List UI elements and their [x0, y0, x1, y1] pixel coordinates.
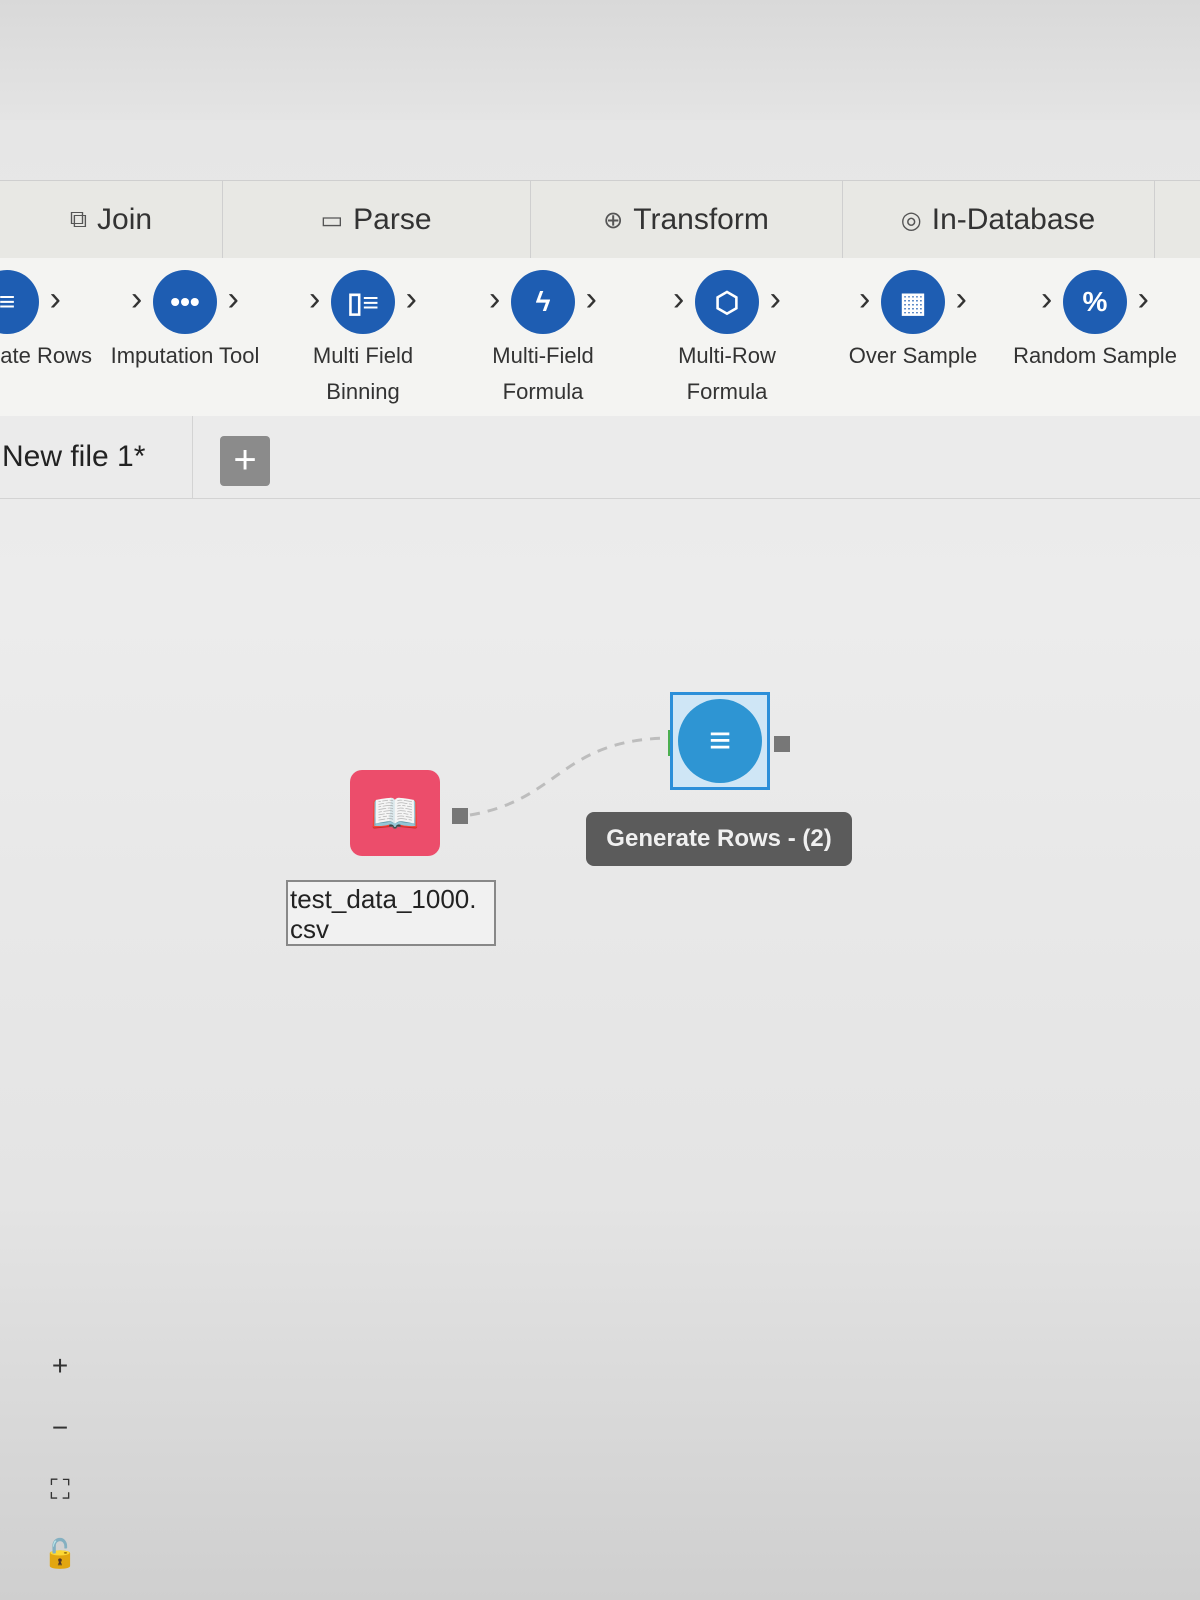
generate-rows-label: Generate Rows - (2): [586, 812, 852, 866]
connection-layer: [469, 736, 669, 817]
zoom-controls: + − ⛶ 🔓: [38, 1350, 82, 1570]
fit-to-screen-icon[interactable]: ⛶: [50, 1474, 70, 1507]
output-anchor[interactable]: [452, 808, 468, 824]
zoom-in-button[interactable]: +: [52, 1350, 68, 1382]
book-icon: 📖: [370, 791, 420, 836]
generate-rows-icon: ≡: [678, 699, 762, 783]
input-node-label-text: test_data_1000. csv: [290, 884, 477, 944]
generate-rows-node[interactable]: ≡: [670, 692, 770, 790]
input-data-node[interactable]: 📖: [350, 770, 440, 856]
zoom-out-button[interactable]: −: [52, 1412, 68, 1444]
output-anchor[interactable]: [774, 736, 790, 752]
lock-icon[interactable]: 🔓: [43, 1537, 78, 1570]
input-node-label: test_data_1000. csv: [286, 880, 496, 946]
connection-line[interactable]: [469, 736, 669, 817]
